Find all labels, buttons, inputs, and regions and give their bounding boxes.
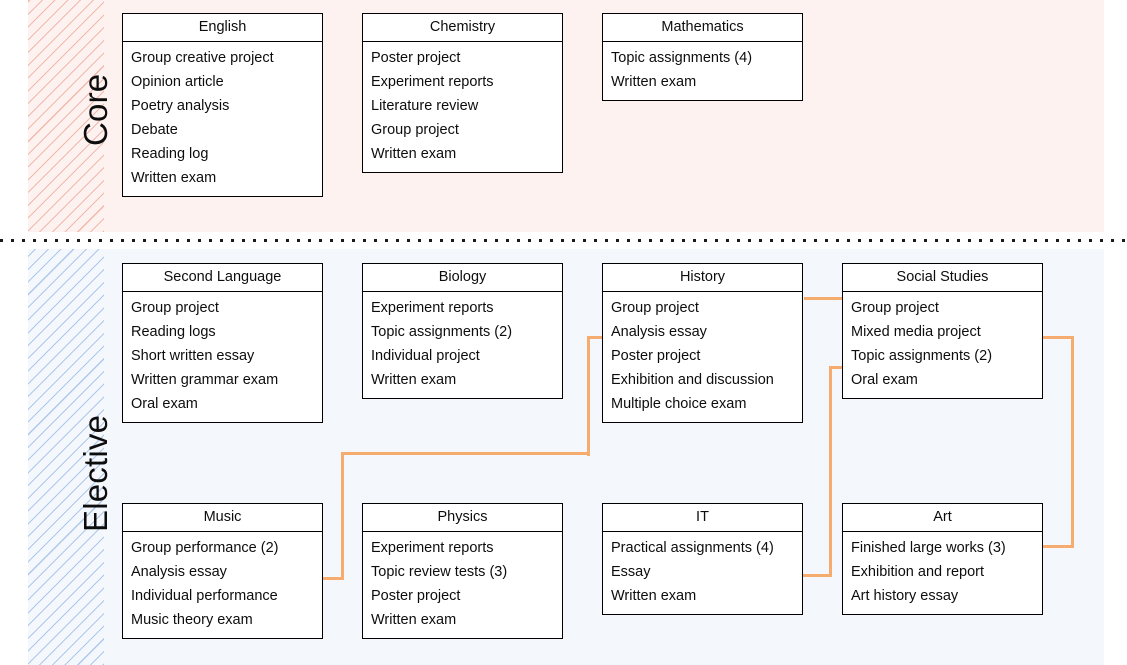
card-item: Oral exam — [851, 372, 918, 388]
card-item: Multiple choice exam — [611, 396, 747, 412]
card-title: Second Language — [123, 264, 322, 292]
card-item: Mixed media project — [851, 324, 981, 340]
card-title: Art — [843, 504, 1042, 532]
connector-social-studies-to-art-down — [1070, 335, 1074, 548]
card-item: Short written essay — [131, 348, 255, 364]
card-item: Experiment reports — [371, 74, 494, 90]
card-body: Practical assignments (4) Essay Written … — [603, 532, 802, 614]
card-item: Reading log — [131, 146, 209, 162]
card-title: Biology — [363, 264, 562, 292]
card-item: Music theory exam — [131, 612, 253, 628]
card-item: Group creative project — [131, 50, 274, 66]
card-history[interactable]: History Group project Analysis essay Pos… — [602, 263, 803, 423]
card-item: Analysis essay — [611, 324, 707, 340]
card-item: Topic assignments (4) — [611, 50, 753, 66]
connector-history-to-music-down — [586, 335, 590, 456]
section-divider — [0, 239, 1127, 242]
card-item: Poster project — [371, 588, 461, 604]
card-body: Finished large works (3) Exhibition and … — [843, 532, 1042, 614]
card-item: Written exam — [371, 146, 457, 162]
card-body: Poster project Experiment reports Litera… — [363, 42, 562, 172]
connector-history-to-music-down2 — [341, 452, 345, 580]
card-item: Written exam — [371, 372, 457, 388]
card-item: Individual project — [371, 348, 480, 364]
card-second-language[interactable]: Second Language Group project Reading lo… — [122, 263, 323, 423]
card-body: Group project Analysis essay Poster proj… — [603, 292, 802, 422]
card-item: Group performance (2) — [131, 540, 279, 556]
card-biology[interactable]: Biology Experiment reports Topic assignm… — [362, 263, 563, 399]
card-body: Group project Mixed media project Topic … — [843, 292, 1042, 398]
card-music[interactable]: Music Group performance (2) Analysis ess… — [122, 503, 323, 639]
card-it[interactable]: IT Practical assignments (4) Essay Writt… — [602, 503, 803, 615]
card-item: Debate — [131, 122, 178, 138]
diagram-canvas: Core Elective English Group creative pro… — [0, 0, 1127, 665]
card-item: Finished large works (3) — [851, 540, 1006, 556]
card-mathematics[interactable]: Mathematics Topic assignments (4) Writte… — [602, 13, 803, 101]
card-item: Literature review — [371, 98, 479, 114]
connector-history-to-music-across — [341, 452, 590, 456]
card-item: Written exam — [131, 170, 217, 186]
card-item: Oral exam — [131, 396, 198, 412]
connector-social-studies-to-art-in — [1042, 544, 1074, 548]
card-item: Individual performance — [131, 588, 278, 604]
card-item: Opinion article — [131, 74, 224, 90]
card-item: Art history essay — [851, 588, 959, 604]
card-item: Experiment reports — [371, 300, 494, 316]
card-title: Mathematics — [603, 14, 802, 42]
elective-section-label: Elective — [77, 414, 114, 532]
card-item: Written exam — [371, 612, 457, 628]
connector-history-to-social-studies — [804, 296, 846, 300]
card-art[interactable]: Art Finished large works (3) Exhibition … — [842, 503, 1043, 615]
card-item: Written exam — [611, 588, 697, 604]
card-title: Music — [123, 504, 322, 532]
card-english[interactable]: English Group creative project Opinion a… — [122, 13, 323, 197]
card-item: Exhibition and discussion — [611, 372, 774, 388]
card-body: Experiment reports Topic review tests (3… — [363, 532, 562, 638]
card-item: Group project — [851, 300, 939, 316]
card-item: Poster project — [371, 50, 461, 66]
card-body: Group project Reading logs Short written… — [123, 292, 322, 422]
card-title: Chemistry — [363, 14, 562, 42]
card-item: Poetry analysis — [131, 98, 230, 114]
card-title: Physics — [363, 504, 562, 532]
card-physics[interactable]: Physics Experiment reports Topic review … — [362, 503, 563, 639]
card-item: Essay — [611, 564, 651, 580]
connector-social-studies-to-it-in — [802, 573, 832, 577]
card-item: Exhibition and report — [851, 564, 984, 580]
card-item: Topic assignments (2) — [851, 348, 993, 364]
card-item: Topic review tests (3) — [371, 564, 508, 580]
card-social-studies[interactable]: Social Studies Group project Mixed media… — [842, 263, 1043, 399]
card-item: Practical assignments (4) — [611, 540, 774, 556]
card-title: History — [603, 264, 802, 292]
card-item: Analysis essay — [131, 564, 227, 580]
card-item: Group project — [371, 122, 459, 138]
card-body: Group performance (2) Analysis essay Ind… — [123, 532, 322, 638]
card-title: IT — [603, 504, 802, 532]
connector-social-studies-to-it-down — [829, 365, 833, 577]
card-title: Social Studies — [843, 264, 1042, 292]
card-item: Written grammar exam — [131, 372, 279, 388]
card-item: Topic assignments (2) — [371, 324, 513, 340]
card-title: English — [123, 14, 322, 42]
card-item: Poster project — [611, 348, 701, 364]
card-item: Group project — [611, 300, 699, 316]
connector-history-to-music-in — [322, 576, 344, 580]
card-item: Experiment reports — [371, 540, 494, 556]
core-section-label: Core — [77, 73, 114, 146]
card-item: Written exam — [611, 74, 697, 90]
card-body: Topic assignments (4) Written exam — [603, 42, 802, 100]
card-body: Group creative project Opinion article P… — [123, 42, 322, 196]
card-body: Experiment reports Topic assignments (2)… — [363, 292, 562, 398]
card-chemistry[interactable]: Chemistry Poster project Experiment repo… — [362, 13, 563, 173]
card-item: Reading logs — [131, 324, 216, 340]
connector-social-studies-to-art-stub — [1042, 335, 1074, 339]
card-item: Group project — [131, 300, 219, 316]
